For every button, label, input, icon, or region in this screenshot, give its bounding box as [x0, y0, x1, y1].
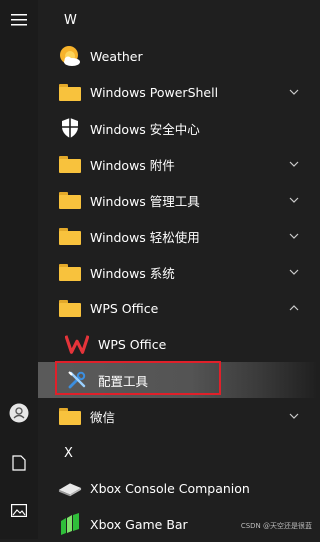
app-label: 微信 — [90, 409, 116, 425]
folder-icon — [58, 80, 82, 104]
chevron-down-icon[interactable] — [288, 410, 300, 422]
document-icon[interactable] — [7, 451, 31, 475]
app-label: Windows 附件 — [90, 157, 175, 173]
hamburger-menu-icon[interactable] — [7, 8, 31, 32]
folder-icon — [58, 224, 82, 248]
app-label: Windows 系统 — [90, 265, 175, 281]
app-item-weather[interactable]: Weather — [38, 38, 316, 74]
app-item-wps-office-folder[interactable]: WPS Office — [38, 290, 316, 326]
pictures-icon[interactable] — [7, 498, 31, 522]
shield-icon — [58, 116, 82, 140]
app-label: Windows 安全中心 — [90, 121, 200, 137]
app-label: Xbox Game Bar — [90, 516, 188, 532]
app-item-xbox-console-companion[interactable]: Xbox Console Companion — [38, 470, 316, 506]
app-label: WPS Office — [90, 300, 159, 316]
app-label: WPS Office — [98, 336, 167, 352]
app-item-windows-security[interactable]: Windows 安全中心 — [38, 110, 316, 146]
wps-logo-icon — [65, 332, 89, 356]
folder-icon — [58, 296, 82, 320]
section-letter-x[interactable]: X — [64, 446, 73, 461]
app-label: Weather — [90, 48, 143, 64]
app-list: W Weather Windows PowerShell Windows 安全中… — [38, 0, 316, 539]
xbox-game-bar-icon — [58, 512, 82, 536]
folder-icon — [58, 188, 82, 212]
weather-icon — [58, 44, 82, 68]
app-item-wechat-folder[interactable]: 微信 — [38, 398, 316, 434]
chevron-down-icon[interactable] — [288, 158, 300, 170]
annotation-highlight-box — [55, 361, 221, 395]
app-item-windows-powershell[interactable]: Windows PowerShell — [38, 74, 316, 110]
app-item-wps-office[interactable]: WPS Office — [38, 326, 316, 362]
folder-icon — [58, 260, 82, 284]
app-item-windows-ease-of-access[interactable]: Windows 轻松使用 — [38, 218, 316, 254]
section-letter-w[interactable]: W — [64, 13, 77, 28]
app-item-windows-system[interactable]: Windows 系统 — [38, 254, 316, 290]
user-icon[interactable] — [7, 401, 31, 425]
chevron-down-icon[interactable] — [288, 194, 300, 206]
folder-icon — [58, 404, 82, 428]
chevron-down-icon[interactable] — [288, 86, 300, 98]
watermark: CSDN @天空还是很蓝 — [240, 522, 312, 530]
app-item-windows-accessories[interactable]: Windows 附件 — [38, 146, 316, 182]
app-label: Windows PowerShell — [90, 84, 219, 100]
app-label: Windows 管理工具 — [90, 193, 200, 209]
app-item-windows-admin-tools[interactable]: Windows 管理工具 — [38, 182, 316, 218]
xbox-console-icon — [58, 476, 82, 500]
chevron-up-icon[interactable] — [288, 302, 300, 314]
chevron-down-icon[interactable] — [288, 266, 300, 278]
start-menu-rail — [0, 0, 38, 539]
app-label: Xbox Console Companion — [90, 480, 250, 496]
chevron-down-icon[interactable] — [288, 230, 300, 242]
folder-icon — [58, 152, 82, 176]
app-label: Windows 轻松使用 — [90, 229, 200, 245]
